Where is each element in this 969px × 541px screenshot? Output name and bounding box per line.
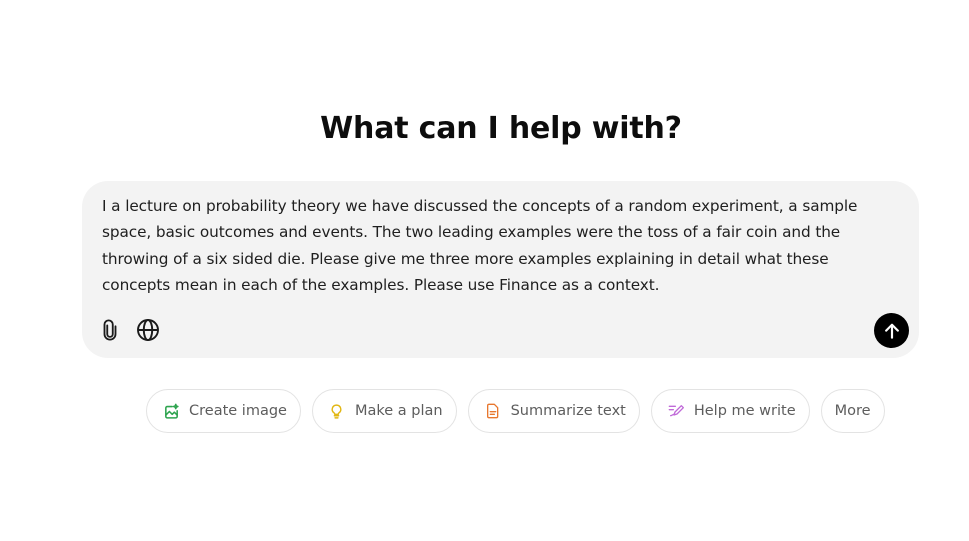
chip-label: More	[834, 403, 871, 419]
summarize-text-chip[interactable]: Summarize text	[467, 389, 640, 433]
help-me-write-chip[interactable]: Help me write	[650, 389, 810, 433]
arrow-up-icon	[884, 323, 899, 339]
chip-label: Help me write	[693, 403, 796, 419]
page-title: What can I help with?	[320, 111, 682, 146]
globe-icon[interactable]	[135, 317, 161, 343]
chip-label: Make a plan	[354, 403, 443, 419]
make-a-plan-chip[interactable]: Make a plan	[311, 389, 457, 433]
paperclip-icon[interactable]	[97, 317, 123, 343]
document-icon	[484, 402, 502, 420]
more-chip[interactable]: More	[820, 389, 885, 433]
send-button[interactable]	[874, 313, 909, 348]
prompt-composer: I a lecture on probability theory we hav…	[82, 181, 919, 358]
chip-label: Create image	[189, 403, 287, 419]
lightbulb-icon	[328, 402, 346, 420]
suggestion-chips: Create image Make a plan Summarize text	[146, 389, 885, 433]
image-icon	[162, 402, 180, 420]
pen-icon	[667, 402, 685, 420]
chip-label: Summarize text	[510, 403, 626, 419]
prompt-input[interactable]: I a lecture on probability theory we hav…	[102, 193, 892, 298]
chat-home-page: What can I help with? I a lecture on pro…	[0, 0, 969, 541]
create-image-chip[interactable]: Create image	[146, 389, 301, 433]
